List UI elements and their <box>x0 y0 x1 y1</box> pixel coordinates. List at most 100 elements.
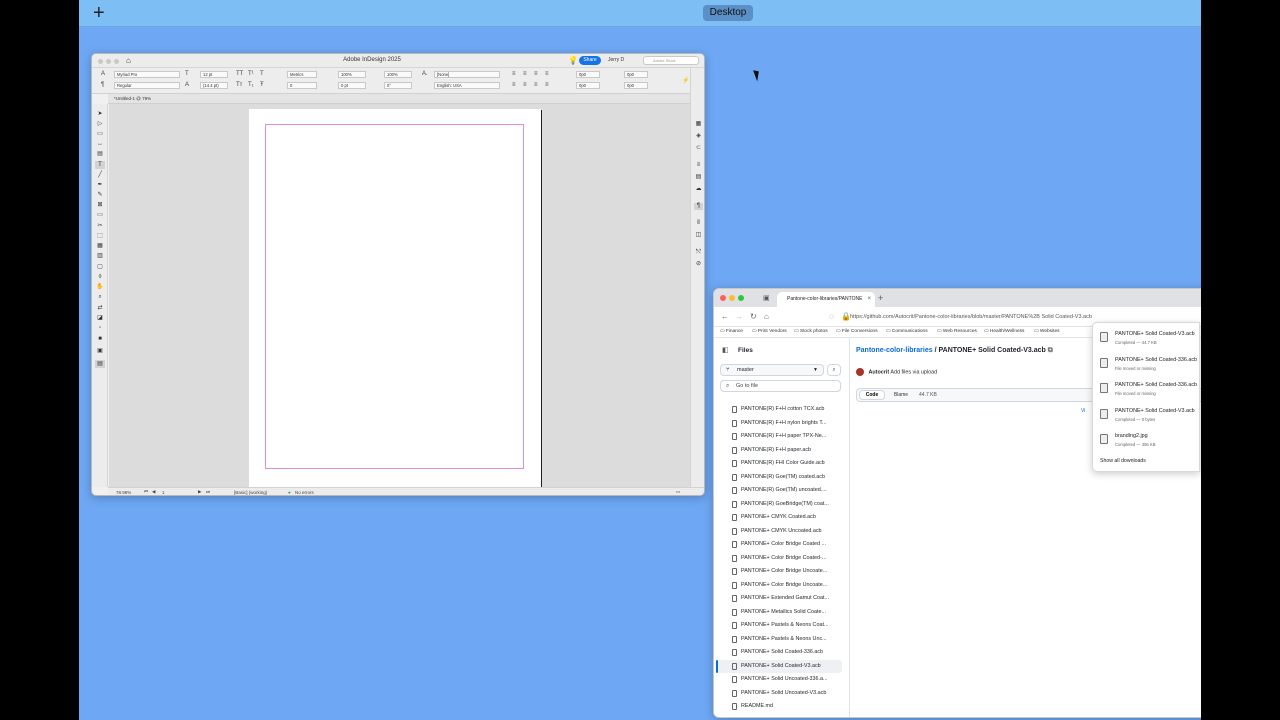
bookmark-folder[interactable]: ▭ Print Vendors <box>752 329 787 334</box>
apply-color-icon[interactable]: ■ <box>95 335 105 343</box>
pencil-tool-icon[interactable]: ✎ <box>95 191 105 199</box>
underline-icon[interactable]: T <box>260 71 264 78</box>
add-desktop-button[interactable]: + <box>93 2 105 24</box>
file-tree-item[interactable]: PANTONE+ Color Bridge Coated-... <box>716 552 842 565</box>
left-indent-field[interactable]: 0p0 <box>576 71 600 78</box>
file-tree-item[interactable]: PANTONE(R) FHI Color Guide.acb <box>716 457 842 470</box>
download-item[interactable]: PANTONE+ Solid Coated-V3.acb Completed — … <box>1093 327 1199 351</box>
file-tree-item[interactable]: PANTONE(R) F+H paper TPX-Ne... <box>716 430 842 443</box>
file-tree-item[interactable]: PANTONE(R) Goe(TM) coated.acb <box>716 471 842 484</box>
active-tab[interactable]: Pantone-color-libraries/PANTONE × <box>777 292 875 307</box>
file-tree-item[interactable]: PANTONE+ Color Bridge Uncoate... <box>716 565 842 578</box>
tracking-field[interactable]: 0 <box>287 82 317 89</box>
swatches-panel-icon[interactable]: ▤ <box>694 174 703 181</box>
font-style-field[interactable]: Regular <box>114 82 180 89</box>
file-tree-item[interactable]: PANTONE+ CMYK Coated.acb <box>716 511 842 524</box>
align-panel-icon[interactable]: ⫴ <box>694 220 703 227</box>
tab-overview-icon[interactable]: ▣ <box>763 294 770 302</box>
superscript-icon[interactable]: T¹ <box>248 71 254 78</box>
file-tree-item[interactable]: PANTONE(R) F+H cotton TCX.acb <box>716 403 842 416</box>
download-item[interactable]: PANTONE+ Solid Coated-V3.acb Completed — … <box>1093 404 1199 428</box>
horizontal-scale-field[interactable]: 100% <box>384 71 412 78</box>
file-tree-item[interactable]: PANTONE+ Metallics Solid Coate... <box>716 606 842 619</box>
selection-tool-icon[interactable]: ➤ <box>95 110 105 118</box>
lightning-icon[interactable]: ⚡ <box>682 78 689 85</box>
baseline-shift-field[interactable]: 0 pt <box>338 82 366 89</box>
gradient-feather-tool-icon[interactable]: ▥ <box>95 252 105 260</box>
line-tool-icon[interactable]: ╱ <box>95 171 105 179</box>
type-tool-icon[interactable]: T <box>95 161 105 169</box>
file-tree-item[interactable]: PANTONE+ Color Bridge Coated ... <box>716 538 842 551</box>
vertical-scale-field[interactable]: 100% <box>338 71 366 78</box>
content-collector-icon[interactable]: ▤ <box>95 150 105 158</box>
copy-path-icon[interactable]: ⧉ <box>1048 347 1053 354</box>
file-tree-item[interactable]: README.md <box>716 700 842 713</box>
font-family-field[interactable]: Myriad Pro <box>114 71 180 78</box>
gap-tool-icon[interactable]: ↔ <box>95 140 105 148</box>
preview-mode-icon[interactable]: ▤ <box>95 360 105 368</box>
adobe-stock-search[interactable]: Adobe Stock <box>643 56 699 65</box>
gradient-swatch-tool-icon[interactable]: ▦ <box>95 242 105 250</box>
panel-toggle-icon[interactable]: ▭ <box>676 489 680 495</box>
reload-icon[interactable]: ↻ <box>750 312 757 321</box>
download-item[interactable]: branding2.jpg Completed — 356 KB <box>1093 429 1199 453</box>
file-tree-item[interactable]: PANTONE+ Solid Uncoated-V3.acb <box>716 687 842 700</box>
next-page-icon[interactable]: ▶ <box>198 489 201 495</box>
close-button[interactable] <box>720 295 726 301</box>
last-page-icon[interactable]: ⏭ <box>206 489 210 494</box>
lightbulb-icon[interactable]: 💡 <box>568 56 578 65</box>
file-tree-item[interactable]: PANTONE+ Solid Uncoated-336.a... <box>716 673 842 686</box>
small-caps-icon[interactable]: Tт <box>236 82 242 89</box>
links-panel-icon[interactable]: ⊂ <box>694 145 703 152</box>
previous-page-icon[interactable]: ◀ <box>152 489 155 495</box>
home-icon[interactable]: ⌂ <box>126 56 131 65</box>
home-icon[interactable]: ⌂ <box>764 312 769 321</box>
view-raw-link[interactable]: Vi <box>1081 408 1085 414</box>
search-icon[interactable]: ⌕ <box>827 364 841 376</box>
layers-panel-icon[interactable]: ◈ <box>694 133 703 140</box>
commit-message[interactable]: Add files via upload <box>890 369 937 375</box>
character-mode-icon[interactable]: A <box>101 71 105 78</box>
download-item[interactable]: PANTONE+ Solid Coated-336.acb File moved … <box>1093 353 1199 377</box>
shield-icon[interactable]: ◌ <box>829 312 834 321</box>
fill-stroke-icon[interactable]: ◪ <box>95 314 105 322</box>
download-item[interactable]: PANTONE+ Solid Coated-336.acb File moved … <box>1093 378 1199 402</box>
bookmark-folder[interactable]: ▭ Communications <box>886 329 928 334</box>
text-wrap-panel-icon[interactable]: ⤲ <box>694 249 703 256</box>
branch-selector[interactable]: ⑂ master ▼ <box>720 364 824 376</box>
font-size-field[interactable]: 12 pt <box>200 71 228 78</box>
subscript-icon[interactable]: T₁ <box>248 82 254 89</box>
justify-center-icon[interactable]: ≡ <box>523 82 527 89</box>
file-tree-item[interactable]: PANTONE+ Color Bridge Uncoate... <box>716 579 842 592</box>
file-tree-item[interactable]: PANTONE+ Extended Gamut Coat... <box>716 592 842 605</box>
file-tree-item[interactable]: PANTONE+ Pastels & Neons Unc... <box>716 633 842 646</box>
blame-tab[interactable]: Blame <box>889 390 913 400</box>
file-tree-item[interactable]: PANTONE(R) F+H nylon brights T... <box>716 417 842 430</box>
forward-icon[interactable]: → <box>735 312 743 321</box>
screen-mode-icon[interactable]: ▣ <box>95 347 105 355</box>
first-line-indent-field[interactable]: 0p0 <box>576 82 600 89</box>
skew-field[interactable]: 0° <box>384 82 412 89</box>
note-tool-icon[interactable]: ▢ <box>95 263 105 271</box>
repo-link[interactable]: Pantone-color-libraries <box>856 347 933 354</box>
minimize-button[interactable] <box>106 59 111 64</box>
last-line-indent-field[interactable]: 0p0 <box>624 82 648 89</box>
rectangle-frame-tool-icon[interactable]: ⊠ <box>95 201 105 209</box>
free-transform-tool-icon[interactable]: ⬚ <box>95 232 105 240</box>
bookmark-folder[interactable]: ▭ Web Resources <box>937 329 977 334</box>
paragraph-mode-icon[interactable]: ¶ <box>101 82 104 89</box>
zoom-tool-icon[interactable]: ⌕ <box>95 293 105 301</box>
formatting-affects-icon[interactable]: ▫ <box>95 324 105 332</box>
hand-tool-icon[interactable]: ✋ <box>95 283 105 291</box>
justify-all-icon[interactable]: ≡ <box>534 82 538 89</box>
align-spine-icon[interactable]: ≡ <box>545 82 549 89</box>
file-tree-item[interactable]: PANTONE+ Pastels & Neons Coat... <box>716 619 842 632</box>
zoom-button[interactable] <box>114 59 119 64</box>
bookmark-folder[interactable]: ▭ Stock photos <box>794 329 828 334</box>
page-tool-icon[interactable]: ▭ <box>95 130 105 138</box>
scissors-tool-icon[interactable]: ✂ <box>95 222 105 230</box>
bookmark-folder[interactable]: ▭ Finance <box>720 329 743 334</box>
align-left-icon[interactable]: ≡ <box>512 71 516 78</box>
collapse-sidebar-icon[interactable]: ◧ <box>722 346 729 354</box>
character-style-field[interactable]: [None] <box>434 71 500 78</box>
